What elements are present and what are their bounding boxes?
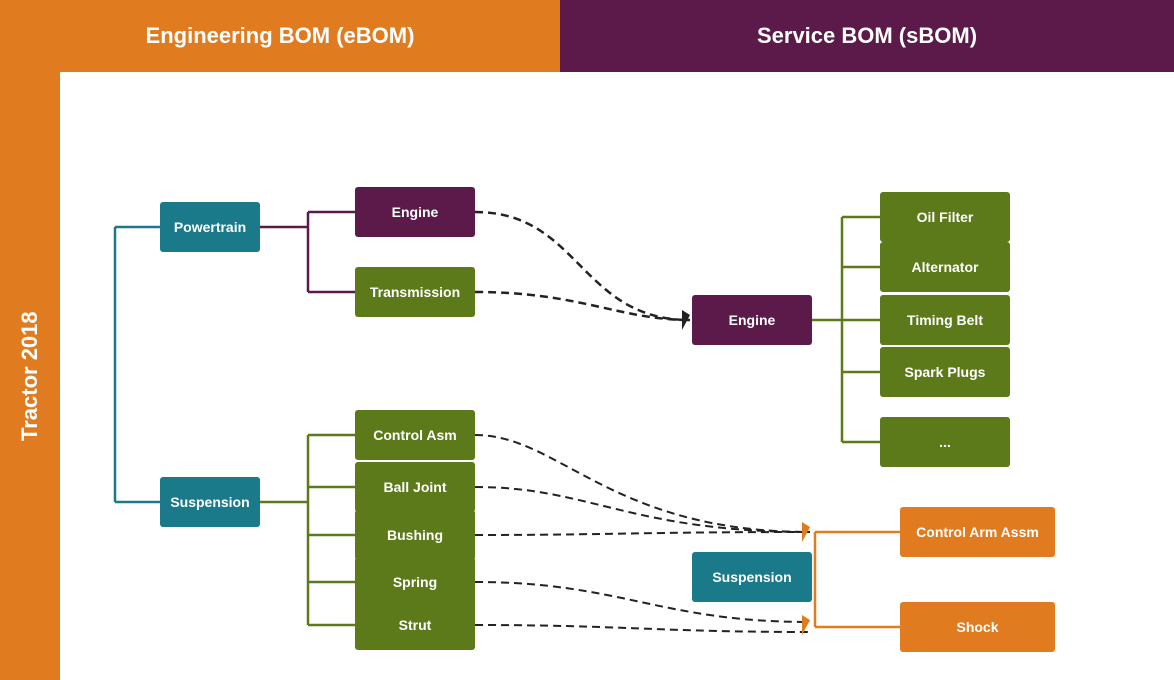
spark-plugs-node: Spark Plugs xyxy=(880,347,1010,397)
main-content: Tractor 2018 xyxy=(0,72,1174,680)
control-arm-assm-node: Control Arm Assm xyxy=(900,507,1055,557)
ebom-header: Engineering BOM (eBOM) xyxy=(0,0,560,72)
header: Engineering BOM (eBOM) Service BOM (sBOM… xyxy=(0,0,1174,72)
oil-filter-node: Oil Filter xyxy=(880,192,1010,242)
tractor-label: Tractor 2018 xyxy=(0,72,60,680)
suspension-sbom-node: Suspension xyxy=(692,552,812,602)
alternator-node: Alternator xyxy=(880,242,1010,292)
strut-node: Strut xyxy=(355,600,475,650)
timing-belt-node: Timing Belt xyxy=(880,295,1010,345)
sbom-header: Service BOM (sBOM) xyxy=(560,0,1174,72)
bushing-node: Bushing xyxy=(355,510,475,560)
powertrain-node: Powertrain xyxy=(160,202,260,252)
shock-node: Shock xyxy=(900,602,1055,652)
sbom-title: Service BOM (sBOM) xyxy=(757,23,977,49)
engine-ebom-node: Engine xyxy=(355,187,475,237)
ellipsis-node: ... xyxy=(880,417,1010,467)
ball-joint-node: Ball Joint xyxy=(355,462,475,512)
engine-sbom-node: Engine xyxy=(692,295,812,345)
ebom-title: Engineering BOM (eBOM) xyxy=(146,23,415,49)
control-asm-node: Control Asm xyxy=(355,410,475,460)
suspension-ebom-node: Suspension xyxy=(160,477,260,527)
transmission-node: Transmission xyxy=(355,267,475,317)
diagram: Powertrain Engine Transmission Suspensio… xyxy=(60,72,1174,680)
